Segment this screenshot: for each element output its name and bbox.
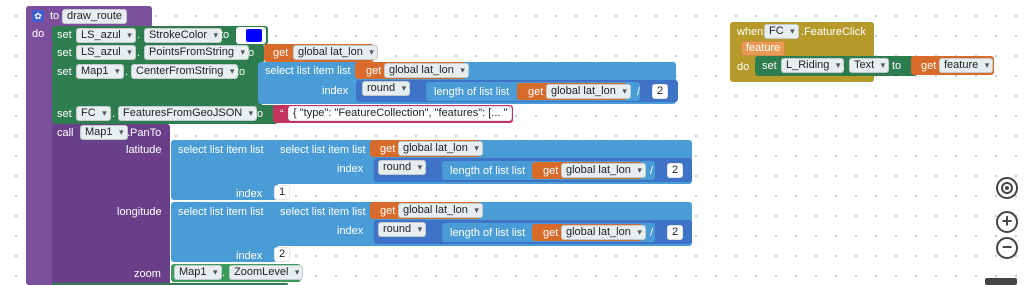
dot-label: . (222, 267, 226, 279)
component-dropdown[interactable]: L_Riding (781, 58, 845, 73)
select-list-item-label: select list item list (178, 144, 264, 156)
round-dropdown[interactable]: round (378, 160, 427, 175)
index-label: index (322, 85, 349, 97)
divide-label: / (637, 86, 641, 98)
procedure-name-field[interactable]: draw_route (62, 9, 128, 24)
select-list-item-label: select list item list (265, 65, 351, 77)
get-label: get (543, 165, 559, 177)
length-of-list-label: length of list list (434, 86, 510, 98)
round-dropdown[interactable]: round (378, 222, 427, 237)
set-label: set (57, 66, 72, 78)
variable-dropdown[interactable]: global lat_lon (546, 84, 631, 99)
set-label: set (57, 108, 72, 120)
when-label: when (737, 26, 764, 38)
index-label: index (236, 188, 263, 200)
to-label: to (236, 66, 246, 78)
latitude-label: latitude (126, 144, 162, 156)
to-label: to (220, 29, 230, 41)
set-label: set (57, 47, 72, 59)
number-value[interactable]: 2 (274, 247, 291, 262)
component-dropdown[interactable]: FC (76, 106, 111, 121)
select-list-item-label: select list item list (280, 206, 366, 218)
index-label: index (337, 163, 364, 175)
property-dropdown[interactable]: StrokeColor (144, 28, 223, 43)
get-label: get (543, 227, 559, 239)
divide-label: / (650, 227, 654, 239)
dot-label: . (137, 29, 141, 41)
number-value[interactable]: 2 (667, 225, 684, 240)
number-value[interactable]: 2 (667, 163, 684, 178)
round-dropdown[interactable]: round (362, 81, 411, 96)
variable-dropdown[interactable]: global lat_lon (384, 63, 469, 78)
component-dropdown[interactable]: LS_azul (76, 45, 136, 60)
procedure-to-label: to (50, 10, 60, 22)
to-label: to (892, 60, 902, 72)
to-label: to (245, 47, 255, 59)
get-label: get (528, 86, 544, 98)
trash-icon[interactable] (985, 278, 1017, 285)
property-dropdown[interactable]: CenterFromString (131, 64, 239, 79)
length-of-list-label: length of list list (450, 165, 526, 177)
dot-label: . (112, 108, 116, 120)
to-label: to (254, 108, 264, 120)
set-label: set (57, 29, 72, 41)
get-label: get (380, 205, 396, 217)
geojson-text-field[interactable]: { "type": "FeatureCollection", "features… (288, 106, 513, 121)
dot-label: . (842, 60, 846, 72)
call-label: call (57, 127, 74, 139)
dot-label: . (125, 66, 129, 78)
component-dropdown[interactable]: LS_azul (76, 28, 136, 43)
target-icon[interactable] (996, 177, 1018, 199)
zoom-label: zoom (134, 268, 161, 280)
zoom-in-icon[interactable]: + (996, 211, 1018, 233)
property-dropdown[interactable]: PointsFromString (144, 45, 249, 60)
property-dropdown[interactable]: Text (849, 58, 890, 73)
component-dropdown[interactable]: Map1 (76, 64, 124, 79)
event-param-feature[interactable]: feature (741, 41, 786, 56)
get-label: get (273, 47, 289, 59)
variable-dropdown[interactable]: feature (939, 58, 994, 73)
property-dropdown[interactable]: FeaturesFromGeoJSON (118, 106, 258, 121)
quote-open-label: “ (280, 108, 284, 120)
select-list-item-label: select list item list (178, 206, 264, 218)
number-value[interactable]: 2 (652, 84, 669, 99)
divide-label: / (650, 165, 654, 177)
component-dropdown[interactable]: Map1 (174, 265, 222, 280)
get-label: get (921, 60, 937, 72)
procedure-do-label: do (32, 28, 45, 40)
variable-dropdown[interactable]: global lat_lon (561, 225, 646, 240)
event-name-label: .FeatureClick (801, 26, 866, 38)
zoom-out-icon[interactable]: − (996, 237, 1018, 259)
component-dropdown[interactable]: FC (764, 24, 799, 39)
length-of-list-label: length of list list (450, 227, 526, 239)
do-label: do (737, 61, 750, 73)
number-value[interactable]: 1 (274, 185, 291, 200)
dot-label: . (137, 47, 141, 59)
index-label: index (337, 225, 364, 237)
blue-color-value[interactable] (246, 29, 262, 42)
component-dropdown[interactable]: Map1 (80, 125, 128, 140)
select-list-item-label: select list item list (280, 144, 366, 156)
property-dropdown[interactable]: ZoomLevel (229, 265, 304, 280)
get-label: get (380, 143, 396, 155)
variable-dropdown[interactable]: global lat_lon (398, 141, 483, 156)
index-label: index (236, 250, 263, 262)
set-label: set (762, 60, 777, 72)
variable-dropdown[interactable]: global lat_lon (561, 163, 646, 178)
variable-dropdown[interactable]: global lat_lon (293, 45, 378, 60)
get-label: get (366, 65, 382, 77)
longitude-label: longitude (117, 206, 162, 218)
variable-dropdown[interactable]: global lat_lon (398, 203, 483, 218)
panto-method-label: .PanTo (127, 127, 162, 139)
gear-icon[interactable]: ✿ (32, 10, 44, 22)
